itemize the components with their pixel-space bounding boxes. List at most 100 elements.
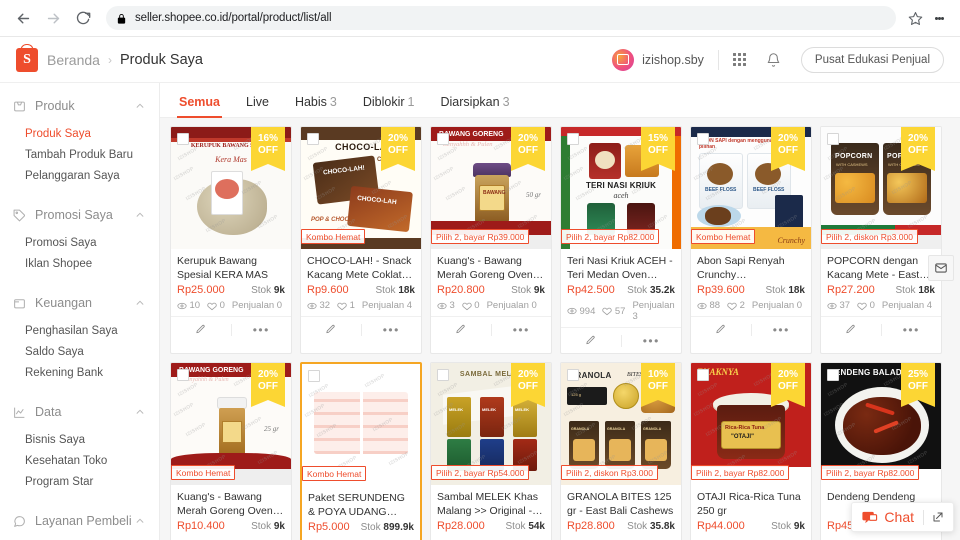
edit-product-button[interactable] [301,324,361,335]
chevron-up-icon[interactable] [135,516,145,526]
edit-product-button[interactable] [821,324,881,335]
chevron-up-icon[interactable] [135,407,145,417]
product-title[interactable]: GRANOLA BITES 125 gr - East Bali Cashews [567,490,675,518]
product-card[interactable]: POPCORN WITH CASHEWS POPCORN WITH CASHEW… [820,126,942,354]
mail-envelope-icon[interactable] [928,255,954,281]
expand-arrow-icon[interactable] [932,511,944,523]
chat-widget[interactable]: Chat [851,502,954,532]
notification-bell-icon[interactable] [766,52,781,68]
sidebar-item-iklan-shopee[interactable]: Iklan Shopee [0,253,159,274]
product-card[interactable]: GRANOLA BITES 125 g GRANOLA GRANOLA GRAN… [560,362,682,540]
product-thumbnail[interactable]: TERI NASI KRIUK aceh IZISHOP IZISHOP IZISH… [561,127,681,249]
product-thumbnail[interactable]: GRANOLA BITES 125 g GRANOLA GRANOLA GRAN… [561,363,681,485]
reload-icon[interactable] [70,5,96,31]
product-card[interactable]: BAWANG GORENG Renyahhh & Pulen 25 gr IZI… [170,362,292,540]
sidebar-item-kesehatan-toko[interactable]: Kesehatan Toko [0,450,159,471]
chevron-up-icon[interactable] [135,210,145,220]
product-checkbox[interactable] [437,133,449,145]
sidebar-item-saldo-saya[interactable]: Saldo Saya [0,341,159,362]
more-options-button[interactable]: ••• [362,324,422,336]
chevron-up-icon[interactable] [135,298,145,308]
edit-product-button[interactable] [431,324,491,335]
product-checkbox[interactable] [827,133,839,145]
product-title[interactable]: CHOCO-LAH! - Snack Kacang Mete Coklat R.… [307,254,415,282]
avatar[interactable] [612,48,635,71]
seller-education-button[interactable]: Pusat Edukasi Penjual [800,46,944,73]
product-thumbnail[interactable]: IZISHOP IZISHOP IZISHOP IZISHOP IZISHOP IZISH… [302,364,420,486]
product-card[interactable]: IZISHOP IZISHOP IZISHOP IZISHOP IZISHOP IZISH… [300,362,422,540]
bookmark-star-icon[interactable] [902,5,928,31]
product-checkbox[interactable] [177,369,189,381]
tab-diblokir[interactable]: Diblokir 1 [363,95,415,117]
product-card[interactable]: KERUPUK BAWANG SPESIAL Kera Mas IZISHOP I… [170,126,292,354]
product-checkbox[interactable] [697,369,709,381]
product-title[interactable]: Kuang's - Bawang Merah Goreng Oven Renya… [437,254,545,282]
sidebar-item-tambah-produk-baru[interactable]: Tambah Produk Baru [0,144,159,165]
breadcrumb-home[interactable]: Beranda [47,52,100,68]
sidebar-item-produk-saya[interactable]: Produk Saya [0,123,159,144]
product-card[interactable]: SAMBAL MELEK MELEK MELEK MELEK IZISHOP IZ… [430,362,552,540]
product-card[interactable]: ABON SAPI dengan menggunakan daging pili… [690,126,812,354]
product-thumbnail[interactable]: POPCORN WITH CASHEWS POPCORN WITH CASHEW… [821,127,941,249]
address-bar[interactable]: seller.shopee.co.id/portal/product/list/… [106,6,896,30]
product-thumbnail[interactable]: CHOCO-LA CHOCO-LAH! CHOCO-LAH COCO CHIPS… [301,127,421,249]
sidebar-group-header-produk[interactable]: Produk [0,91,159,121]
more-options-button[interactable]: ••• [622,335,682,347]
sidebar-group-header-keuangan[interactable]: Keuangan [0,288,159,318]
product-card[interactable]: BAWANG GORENG Renyahhh & Pulen BAWANG 50… [430,126,552,354]
product-checkbox[interactable] [307,133,319,145]
tab-semua[interactable]: Semua [177,95,222,118]
shop-name[interactable]: izishop.sby [642,53,704,67]
product-thumbnail[interactable]: ABON SAPI dengan menggunakan daging pili… [691,127,811,249]
product-title[interactable]: POPCORN dengan Kacang Mete - East Bali .… [827,254,935,282]
sidebar-group-header-layanan[interactable]: Layanan Pembeli [0,506,159,536]
product-checkbox[interactable] [827,369,839,381]
tab-habis[interactable]: Habis 3 [295,95,337,117]
product-thumbnail[interactable]: BAWANG GORENG Renyahhh & Pulen BAWANG 50… [431,127,551,249]
tab-live[interactable]: Live [246,95,269,117]
product-card[interactable]: TERI NASI KRIUK aceh IZISHOP IZISHOP IZISH… [560,126,682,354]
sidebar-item-rekening-bank[interactable]: Rekening Bank [0,362,159,383]
product-thumbnail[interactable]: BAWANG GORENG Renyahhh & Pulen 25 gr IZI… [171,363,291,485]
sidebar-group-header-data[interactable]: Data [0,397,159,427]
tab-diarsipkan[interactable]: Diarsipkan 3 [441,95,510,117]
back-arrow-icon[interactable] [10,5,36,31]
edit-product-button[interactable] [171,324,231,335]
more-options-button[interactable]: ••• [752,324,812,336]
product-card[interactable]: CHOCO-LA CHOCO-LAH! CHOCO-LAH COCO CHIPS… [300,126,422,354]
forward-arrow-icon[interactable] [40,5,66,31]
product-thumbnail[interactable]: SAMBAL MELEK MELEK MELEK MELEK IZISHOP IZ… [431,363,551,485]
edit-product-button[interactable] [561,335,621,346]
product-thumbnail[interactable]: DENDENG BALADO IZISHOP IZISHOP IZISHOP IZIS… [821,363,941,485]
product-title[interactable]: Teri Nasi Kriuk ACEH - Teri Medan Oven C… [567,254,675,282]
product-thumbnail[interactable]: KERUPUK BAWANG SPESIAL Kera Mas IZISHOP I… [171,127,291,249]
product-title[interactable]: Abon Sapi Renyah Crunchy GRANDVILLE [697,254,805,282]
edit-product-button[interactable] [691,324,751,335]
product-title[interactable]: Kerupuk Bawang Spesial KERA MAS [177,254,285,282]
chevron-up-icon[interactable] [135,101,145,111]
product-title[interactable]: Paket SERUNDENG & POYA UDANG Sachet [308,491,414,519]
more-options-button[interactable]: ••• [882,324,942,336]
sidebar-item-pelanggaran-saya[interactable]: Pelanggaran Saya [0,165,159,186]
shopee-logo[interactable]: S [16,47,38,72]
chrome-menu-icon[interactable] [928,5,950,31]
product-checkbox[interactable] [697,133,709,145]
sidebar-item-program-star[interactable]: Program Star [0,471,159,492]
app-grid-icon[interactable] [732,53,746,66]
product-checkbox[interactable] [308,370,320,382]
product-checkbox[interactable] [567,369,579,381]
product-title[interactable]: OTAJI Rica-Rica Tuna 250 gr [697,490,805,518]
product-checkbox[interactable] [437,369,449,381]
product-title[interactable]: Sambal MELEK Khas Malang >> Original - B… [437,490,545,518]
product-checkbox[interactable] [567,133,579,145]
product-checkbox[interactable] [177,133,189,145]
sidebar-item-bisnis-saya[interactable]: Bisnis Saya [0,429,159,450]
product-title[interactable]: Kuang's - Bawang Merah Goreng Oven Renya… [177,490,285,518]
product-thumbnail[interactable]: ENAKNYA Rica-Rica Tuna "OTAJI" IZISHOP IZ… [691,363,811,485]
more-options-button[interactable]: ••• [492,324,552,336]
more-options-button[interactable]: ••• [232,324,292,336]
sidebar-item-promosi-saya[interactable]: Promosi Saya [0,232,159,253]
sidebar-group-header-promosi[interactable]: Promosi Saya [0,200,159,230]
sidebar-item-penghasilan-saya[interactable]: Penghasilan Saya [0,320,159,341]
product-card[interactable]: ENAKNYA Rica-Rica Tuna "OTAJI" IZISHOP IZ… [690,362,812,540]
